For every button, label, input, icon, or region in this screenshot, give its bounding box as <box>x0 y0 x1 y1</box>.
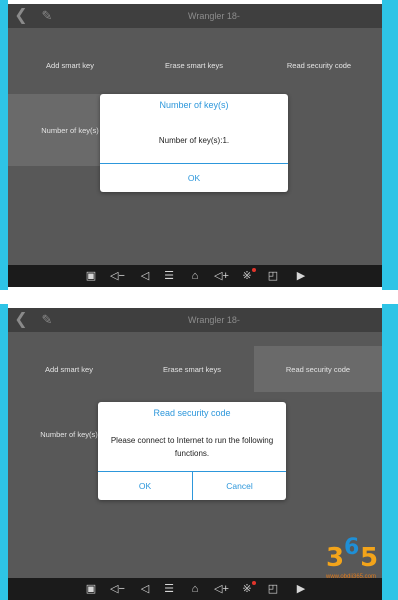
status-dot <box>252 268 256 272</box>
title-bar: ❮ ✎ Wrangler 18- <box>8 308 382 332</box>
obdii365-watermark-logo: 3 6 5 www.obdii365.com <box>322 535 380 584</box>
number-of-keys-dialog: Number of key(s) Number of key(s):1. OK <box>100 94 288 192</box>
menu-tile-label: Erase smart keys <box>165 60 223 70</box>
tablet-screen: ❮ ✎ Wrangler 18- Add smart key Erase sma… <box>8 4 382 287</box>
dialog-message: Please connect to Internet to run the fo… <box>110 436 274 458</box>
screen-record-icon[interactable]: ▶ <box>294 269 308 283</box>
menu-tile-add-smart-key[interactable]: Add smart key <box>8 346 130 392</box>
watermark-url: www.obdii365.com <box>325 574 377 580</box>
dialog-message: Number of key(s):1. <box>158 136 230 145</box>
page-title: Wrangler 18- <box>188 11 240 21</box>
volume-up-icon[interactable]: ◁+ <box>214 269 229 283</box>
dialog-title: Number of key(s) <box>159 100 229 110</box>
menu-icon[interactable]: ☰ <box>162 582 176 596</box>
watermark-digits: 3 6 5 <box>322 535 380 573</box>
watermark-digit: 6 <box>344 535 360 560</box>
back-arrow-icon[interactable]: ❮ <box>12 311 30 329</box>
screenshot-top: ❮ ✎ Wrangler 18- Add smart key Erase sma… <box>0 0 398 298</box>
ok-button[interactable]: OK <box>98 472 192 500</box>
watermark-digit: 5 <box>360 543 379 573</box>
screenshot-icon[interactable]: ▣ <box>84 582 98 596</box>
menu-tile-erase-smart-keys[interactable]: Erase smart keys <box>130 346 254 392</box>
home-icon[interactable]: ⌂ <box>188 269 202 283</box>
screenshot-icon[interactable]: ▣ <box>84 269 98 283</box>
volume-down-icon[interactable]: ◁− <box>110 582 125 596</box>
back-icon[interactable]: ◁ <box>138 582 152 596</box>
menu-tile-add-smart-key[interactable]: Add smart key <box>8 42 132 88</box>
android-nav-bar: ▣ ◁− ◁ ☰ ⌂ ◁+ ※ ◰ ▶ <box>8 265 382 287</box>
pencil-icon[interactable]: ✎ <box>38 311 56 329</box>
menu-tile-label: Erase smart keys <box>163 364 221 374</box>
watermark-digit: 3 <box>326 543 345 573</box>
menu-tile-read-security-code[interactable]: Read security code <box>254 346 382 392</box>
tablet-frame-right <box>382 0 398 290</box>
menu-tile-label: Number of key(s) <box>40 429 98 439</box>
back-arrow-icon[interactable]: ❮ <box>12 7 30 25</box>
dialog-title: Read security code <box>153 408 231 418</box>
menu-tile-erase-smart-keys[interactable]: Erase smart keys <box>132 42 256 88</box>
pencil-icon[interactable]: ✎ <box>38 7 56 25</box>
menu-tile-label: Read security code <box>285 364 351 374</box>
screen-record-icon[interactable]: ▶ <box>294 582 308 596</box>
tablet-frame-left <box>0 0 8 290</box>
tablet-frame-left <box>0 304 8 600</box>
menu-tile-label: Number of key(s) <box>41 125 99 135</box>
back-icon[interactable]: ◁ <box>138 269 152 283</box>
menu-icon[interactable]: ☰ <box>162 269 176 283</box>
menu-tile-label: Add smart key <box>46 60 94 70</box>
title-bar: ❮ ✎ Wrangler 18- <box>8 4 382 28</box>
status-dot <box>252 581 256 585</box>
volume-up-icon[interactable]: ◁+ <box>214 582 229 596</box>
read-security-code-dialog: Read security code Please connect to Int… <box>98 402 286 500</box>
menu-tile-read-security-code[interactable]: Read security code <box>256 42 382 88</box>
page-title: Wrangler 18- <box>188 315 240 325</box>
menu-tile-label: Read security code <box>286 60 352 70</box>
vci-icon[interactable]: ◰ <box>266 582 280 596</box>
bluetooth-icon[interactable]: ※ <box>240 581 256 596</box>
ok-button[interactable]: OK <box>100 164 288 192</box>
cancel-button[interactable]: Cancel <box>193 472 286 500</box>
bluetooth-icon[interactable]: ※ <box>240 268 256 283</box>
tablet-frame-right <box>382 304 398 600</box>
volume-down-icon[interactable]: ◁− <box>110 269 125 283</box>
vci-icon[interactable]: ◰ <box>266 269 280 283</box>
home-icon[interactable]: ⌂ <box>188 582 202 596</box>
menu-tile-label: Add smart key <box>45 364 93 374</box>
